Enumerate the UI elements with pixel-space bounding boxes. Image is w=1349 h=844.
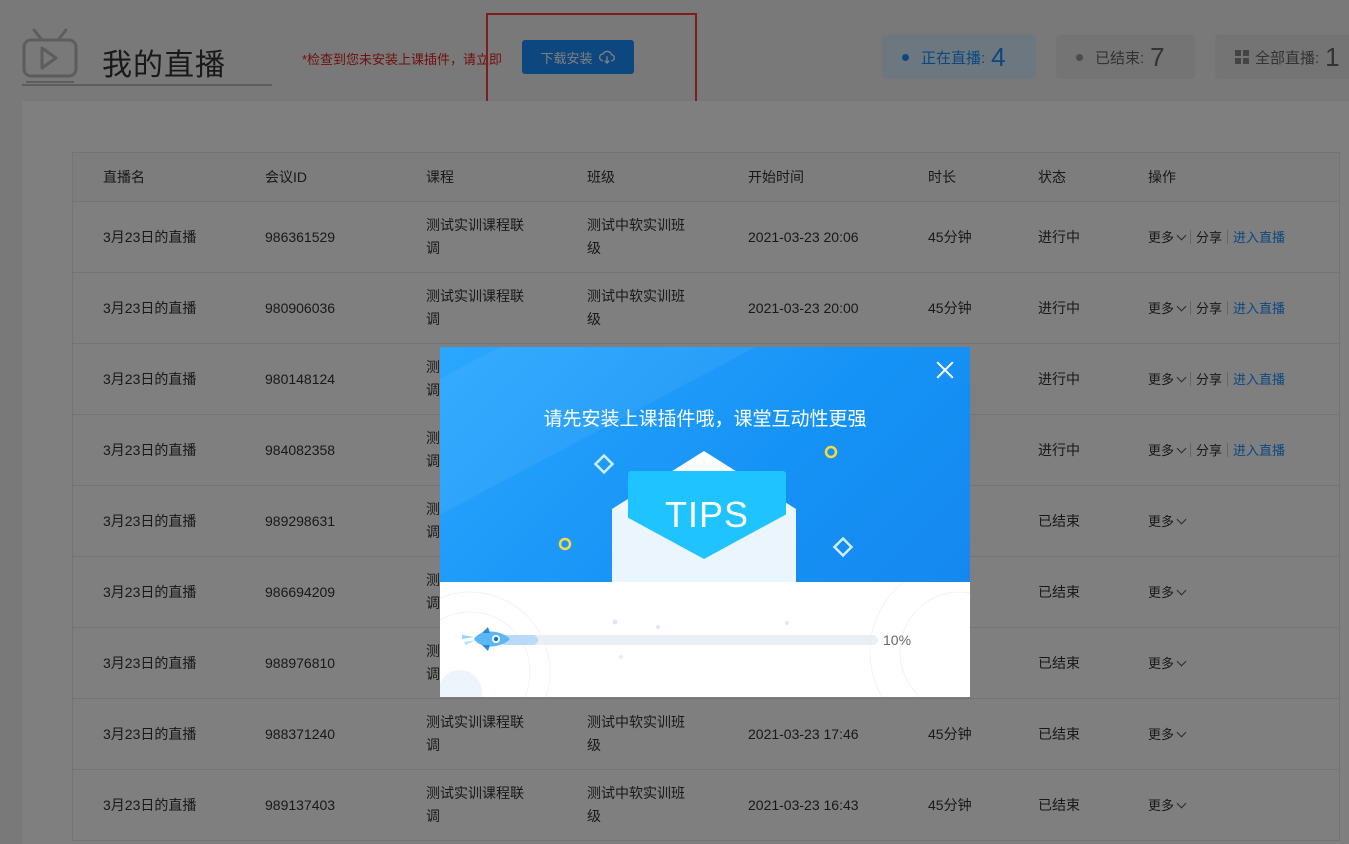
modal-title: 请先安装上课插件哦，课堂互动性更强 <box>543 409 867 430</box>
plugin-tips-modal: 请先安装上课插件哦，课堂互动性更强 TIPS 10% <box>440 347 970 697</box>
close-icon[interactable] <box>934 359 956 381</box>
ring-icon <box>558 537 572 551</box>
progress-percent: 10% <box>883 632 912 648</box>
ring-icon <box>824 445 838 459</box>
rocket-icon <box>462 627 510 651</box>
install-progress-bar <box>500 635 878 645</box>
modal-banner: 请先安装上课插件哦，课堂互动性更强 TIPS <box>440 347 970 582</box>
diamond-icon <box>832 536 854 558</box>
envelope-flap-icon <box>612 509 796 582</box>
